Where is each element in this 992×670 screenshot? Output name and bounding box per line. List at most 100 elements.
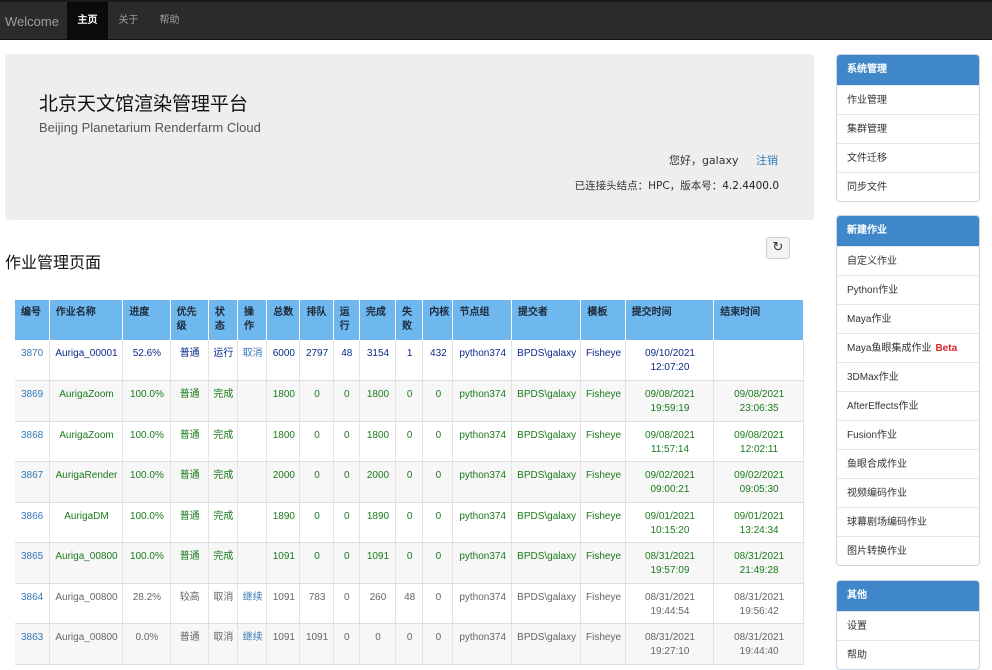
job-template: Fisheye — [580, 380, 626, 422]
sidebar-system-item[interactable]: 集群管理 — [837, 114, 979, 143]
sidebar-system-item[interactable]: 文件迁移 — [837, 143, 979, 172]
col-template-header[interactable]: 模板 — [580, 300, 626, 340]
nav-tab-help[interactable]: 帮助 — [149, 2, 190, 40]
logout-link[interactable]: 注销 — [756, 154, 778, 167]
sidebar-new-job-item[interactable]: Fusion作业 — [837, 420, 979, 449]
job-submit-time: 08/31/2021 19:44:54 — [625, 583, 715, 624]
col-name-header[interactable]: 作业名称 — [49, 300, 124, 340]
col-queued-header[interactable]: 排队 — [299, 300, 334, 340]
sidebar-new-job-item[interactable]: 视频编码作业 — [837, 478, 979, 507]
beta-badge: Beta — [935, 343, 958, 354]
col-submit-time-header[interactable]: 提交时间 — [625, 300, 715, 340]
job-node-group: python374 — [452, 461, 512, 503]
job-action — [237, 380, 268, 422]
job-submit-time: 09/02/2021 09:00:21 — [625, 461, 715, 503]
col-total-header[interactable]: 总数 — [266, 300, 301, 340]
job-id[interactable]: 3869 — [15, 380, 50, 422]
job-priority: 较高 — [170, 583, 209, 624]
job-submitter: BPDS\galaxy — [511, 583, 582, 624]
job-id[interactable]: 3870 — [15, 340, 50, 381]
job-failed: 0 — [395, 421, 424, 462]
job-state: 取消 — [208, 623, 239, 665]
col-state-header[interactable]: 状态 — [208, 300, 239, 340]
job-cores: 432 — [422, 340, 454, 381]
nav-tab-home[interactable]: 主页 — [67, 2, 108, 40]
sidebar-new-job-item[interactable]: 鱼眼合成作业 — [837, 449, 979, 478]
col-end-time-header[interactable]: 结束时间 — [713, 300, 804, 340]
table-row: 3869 AurigaZoom 100.0% 普通 完成 1800 0 0 1800 0 0 pyth… — [15, 380, 804, 422]
sidebar-new-job-item[interactable]: 3DMax作业 — [837, 362, 979, 391]
sidebar-system-item[interactable]: 同步文件 — [837, 172, 979, 201]
job-submitter: BPDS\galaxy — [511, 542, 582, 584]
job-end-time: 09/08/2021 12:02:11 — [713, 421, 804, 462]
col-submitter-header[interactable]: 提交者 — [511, 300, 582, 340]
job-priority: 普通 — [170, 461, 209, 503]
sidebar-new-job-item-label: 鱼眼合成作业 — [847, 459, 907, 470]
col-cores-header[interactable]: 内核 — [422, 300, 454, 340]
col-done-header[interactable]: 完成 — [359, 300, 397, 340]
job-id[interactable]: 3863 — [15, 623, 50, 665]
job-queued: 0 — [299, 380, 334, 422]
col-failed-header[interactable]: 失败 — [395, 300, 424, 340]
job-table: 编号 作业名称 进度 优先级 状态 操作 总数 排队 运行 完成 失败 内核 节点组 提交者 模板 提交时间结… — [15, 300, 804, 665]
job-action[interactable]: 继续 — [237, 623, 268, 665]
col-progress-header[interactable]: 进度 — [122, 300, 171, 340]
job-total: 1890 — [266, 502, 301, 543]
job-action — [237, 461, 268, 503]
sidebar-new-job-item[interactable]: Maya鱼眼集成作业 Beta — [837, 333, 979, 362]
job-done: 3154 — [359, 340, 397, 381]
job-name: Auriga_00800 — [49, 623, 124, 665]
sidebar-new-job-item[interactable]: Python作业 — [837, 275, 979, 304]
refresh-button[interactable]: ↻ — [766, 237, 790, 259]
job-submit-time: 09/10/2021 12:07:20 — [625, 340, 715, 381]
job-running: 48 — [333, 340, 360, 381]
job-id[interactable]: 3866 — [15, 502, 50, 543]
job-queued: 0 — [299, 502, 334, 543]
job-action — [237, 542, 268, 584]
job-progress: 100.0% — [122, 502, 171, 543]
job-done: 1091 — [359, 542, 397, 584]
sidebar-new-job-item[interactable]: AfterEffects作业 — [837, 391, 979, 420]
job-progress: 100.0% — [122, 542, 171, 584]
job-state: 完成 — [208, 380, 239, 422]
job-progress: 100.0% — [122, 380, 171, 422]
sidebar-other-item[interactable]: 帮助 — [837, 640, 979, 669]
job-id[interactable]: 3865 — [15, 542, 50, 584]
job-id[interactable]: 3868 — [15, 421, 50, 462]
sidebar-new-job-item[interactable]: Maya作业 — [837, 304, 979, 333]
job-done: 1800 — [359, 421, 397, 462]
nav-tab-about[interactable]: 关于 — [108, 2, 149, 40]
sidebar-new-job-item[interactable]: 自定义作业 — [837, 246, 979, 275]
col-id-header[interactable]: 编号 — [15, 300, 50, 340]
job-name: AurigaZoom — [49, 380, 124, 422]
job-table-header: 编号 作业名称 进度 优先级 状态 操作 总数 排队 运行 完成 失败 内核 节点组 提交者 模板 提交时间结… — [15, 300, 804, 340]
job-id[interactable]: 3864 — [15, 583, 50, 624]
job-submitter: BPDS\galaxy — [511, 380, 582, 422]
job-failed: 1 — [395, 340, 424, 381]
job-action[interactable]: 取消 — [237, 340, 268, 381]
sidebar-other-item[interactable]: 设置 — [837, 611, 979, 640]
job-submitter: BPDS\galaxy — [511, 461, 582, 503]
job-template: Fisheye — [580, 421, 626, 462]
job-cores: 0 — [422, 380, 454, 422]
table-row: 3870 Auriga_00001 52.6% 普通 运行 取消 6000 2797 48 315… — [15, 340, 804, 381]
col-group-header[interactable]: 节点组 — [452, 300, 512, 340]
job-submit-time: 09/08/2021 19:59:19 — [625, 380, 715, 422]
job-node-group: python374 — [452, 340, 512, 381]
job-running: 0 — [333, 583, 360, 624]
col-running-header[interactable]: 运行 — [333, 300, 360, 340]
sidebar-new-job-item[interactable]: 球幕剧场编码作业 — [837, 507, 979, 536]
sidebar-system-item-label: 作业管理 — [847, 95, 887, 106]
job-id[interactable]: 3867 — [15, 461, 50, 503]
table-row: 3864 Auriga_00800 28.2% 较高 取消 继续 1091 783 0 260 48… — [15, 583, 804, 624]
job-cores: 0 — [422, 461, 454, 503]
panel-system-management: 系统管理 作业管理 集群管理 文件迁移 同步文件 — [836, 54, 980, 202]
sidebar-new-job-item[interactable]: 图片转换作业 — [837, 536, 979, 565]
job-action[interactable]: 继续 — [237, 583, 268, 624]
brand-link[interactable]: Welcome — [5, 14, 59, 29]
sidebar-system-item[interactable]: 作业管理 — [837, 85, 979, 114]
col-action-header[interactable]: 操作 — [237, 300, 268, 340]
job-state: 完成 — [208, 502, 239, 543]
col-priority-header[interactable]: 优先级 — [170, 300, 209, 340]
user-greeting-row: 您好，galaxy 注销 — [669, 152, 778, 168]
